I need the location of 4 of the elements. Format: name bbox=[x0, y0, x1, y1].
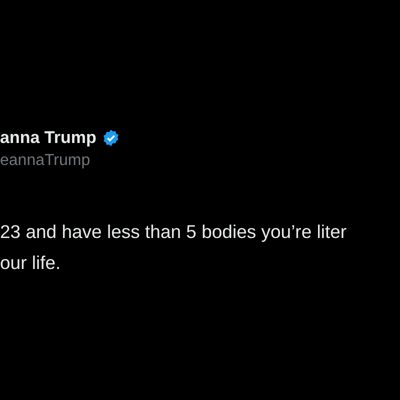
tweet-text-line: our life. bbox=[0, 251, 61, 275]
tweet-text-line: 23 and have less than 5 bodies you’re liter bbox=[0, 220, 347, 244]
author-handle: eannaTrump bbox=[0, 151, 92, 171]
author-name: anna Trump bbox=[0, 128, 96, 148]
